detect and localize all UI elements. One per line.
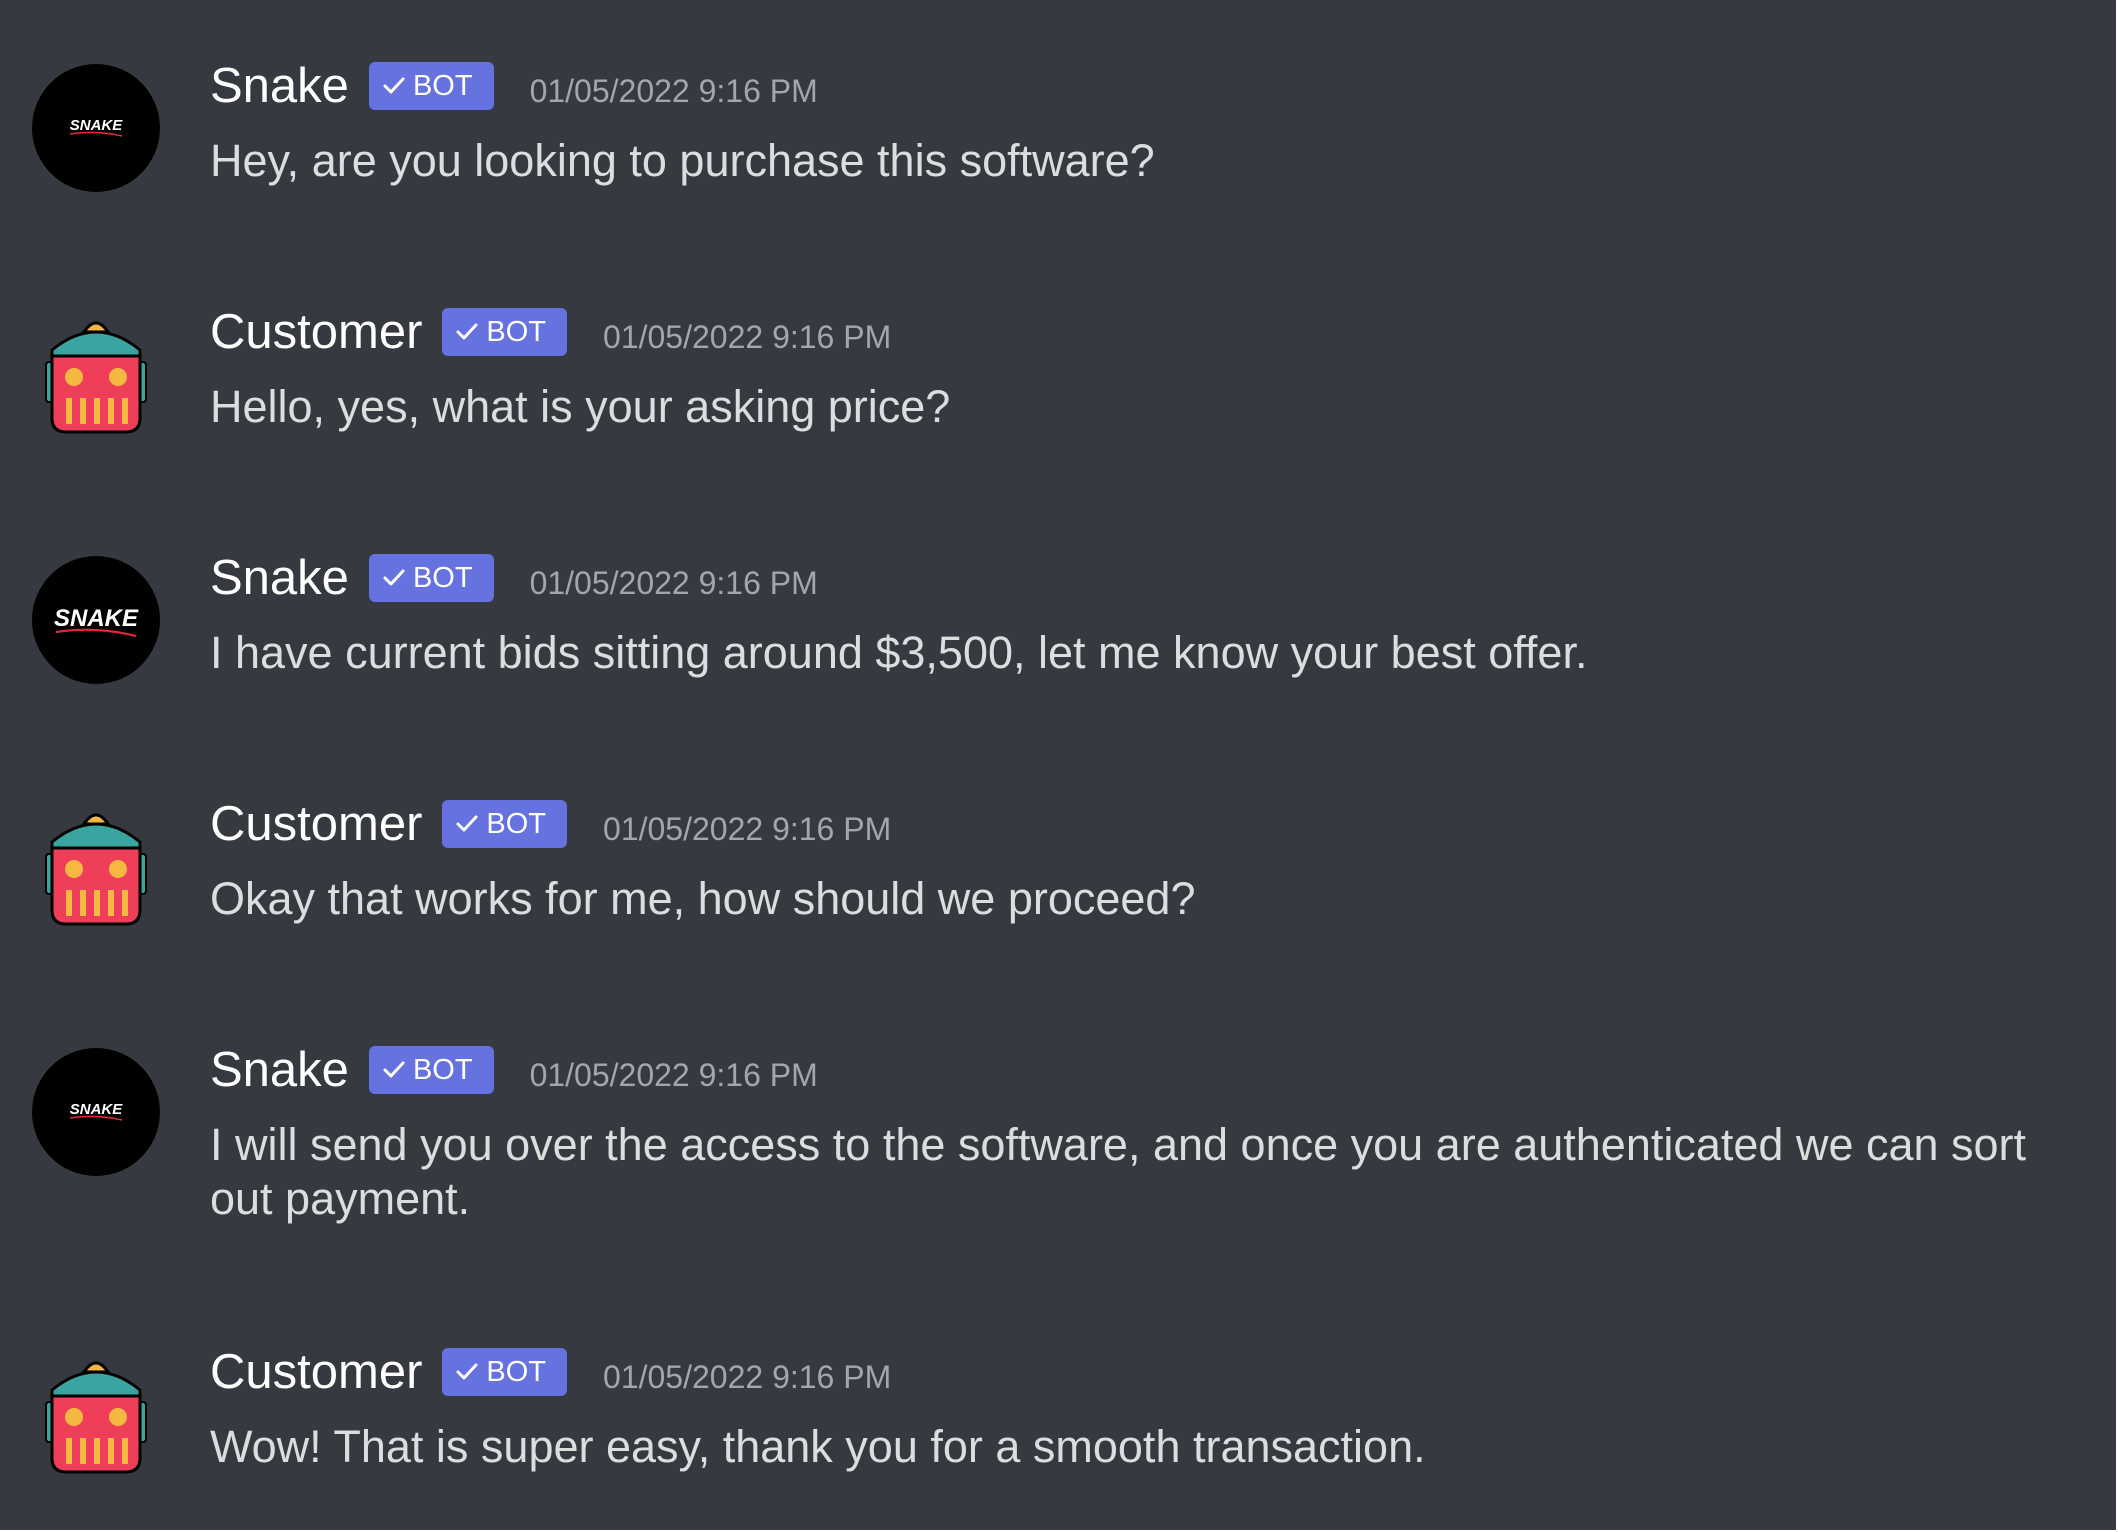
avatar[interactable]: SNAKE bbox=[32, 64, 160, 192]
snake-logo-icon: SNAKE bbox=[32, 1048, 160, 1176]
timestamp[interactable]: 01/05/2022 9:16 PM bbox=[603, 1359, 891, 1396]
verified-check-icon bbox=[456, 815, 478, 832]
message-text: Okay that works for me, how should we pr… bbox=[210, 873, 1196, 924]
chat-message-list: SNAKE Snake BOT 01/05/2022 9:16 PM Hey, … bbox=[0, 0, 2116, 1530]
message-header: Snake BOT 01/05/2022 9:16 PM bbox=[210, 548, 818, 608]
verified-check-icon bbox=[456, 1363, 478, 1380]
timestamp[interactable]: 01/05/2022 9:16 PM bbox=[530, 1057, 818, 1094]
bot-tag-label: BOT bbox=[412, 1053, 473, 1086]
robot-icon bbox=[45, 321, 147, 434]
verified-check-icon bbox=[383, 77, 405, 94]
username[interactable]: Snake bbox=[210, 1042, 349, 1098]
avatar[interactable]: SNAKE bbox=[32, 556, 160, 684]
avatar[interactable] bbox=[32, 802, 160, 930]
bot-tag-label: BOT bbox=[412, 561, 473, 594]
message-text: I will send you over the access to the s… bbox=[210, 1119, 2027, 1224]
message-header: Customer BOT 01/05/2022 9:16 PM bbox=[210, 1342, 891, 1402]
message-header: Snake BOT 01/05/2022 9:16 PM bbox=[210, 1040, 818, 1100]
avatar[interactable]: SNAKE bbox=[32, 1048, 160, 1176]
snake-logo-text: SNAKE bbox=[70, 1101, 124, 1118]
timestamp[interactable]: 01/05/2022 9:16 PM bbox=[603, 811, 891, 848]
username[interactable]: Customer bbox=[210, 796, 422, 852]
verified-check-icon bbox=[383, 1061, 405, 1078]
bot-tag: BOT bbox=[368, 1046, 494, 1094]
bot-tag-label: BOT bbox=[486, 1355, 547, 1388]
bot-tag: BOT bbox=[442, 1348, 568, 1396]
snake-logo-text: SNAKE bbox=[70, 117, 124, 134]
bot-tag-label: BOT bbox=[412, 69, 473, 102]
message-text: Hello, yes, what is your asking price? bbox=[210, 381, 951, 432]
bot-tag: BOT bbox=[442, 308, 568, 356]
timestamp[interactable]: 01/05/2022 9:16 PM bbox=[603, 319, 891, 356]
message-header: Customer BOT 01/05/2022 9:16 PM bbox=[210, 302, 891, 362]
bot-tag-label: BOT bbox=[486, 807, 547, 840]
snake-logo-icon: SNAKE bbox=[32, 64, 160, 192]
avatar[interactable] bbox=[32, 310, 160, 438]
verified-check-icon bbox=[456, 323, 478, 340]
robot-icon bbox=[45, 1361, 147, 1474]
robot-icon bbox=[45, 813, 147, 926]
message-header: Customer BOT 01/05/2022 9:16 PM bbox=[210, 794, 891, 854]
timestamp[interactable]: 01/05/2022 9:16 PM bbox=[530, 565, 818, 602]
username[interactable]: Snake bbox=[210, 58, 349, 114]
message-text: Hey, are you looking to purchase this so… bbox=[210, 135, 1155, 186]
username[interactable]: Customer bbox=[210, 304, 422, 360]
message-text: Wow! That is super easy, thank you for a… bbox=[210, 1421, 1426, 1472]
verified-check-icon bbox=[383, 569, 405, 586]
username[interactable]: Customer bbox=[210, 1344, 422, 1400]
bot-tag: BOT bbox=[442, 800, 568, 848]
username[interactable]: Snake bbox=[210, 550, 349, 606]
bot-tag-label: BOT bbox=[486, 315, 547, 348]
bot-tag: BOT bbox=[368, 62, 494, 110]
snake-logo-icon: SNAKE bbox=[32, 556, 160, 684]
snake-logo-text: SNAKE bbox=[54, 605, 139, 632]
message-header: Snake BOT 01/05/2022 9:16 PM bbox=[210, 56, 818, 116]
message-text: I have current bids sitting around $3,50… bbox=[210, 627, 1588, 678]
timestamp[interactable]: 01/05/2022 9:16 PM bbox=[530, 73, 818, 110]
bot-tag: BOT bbox=[368, 554, 494, 602]
avatar[interactable] bbox=[32, 1350, 160, 1478]
